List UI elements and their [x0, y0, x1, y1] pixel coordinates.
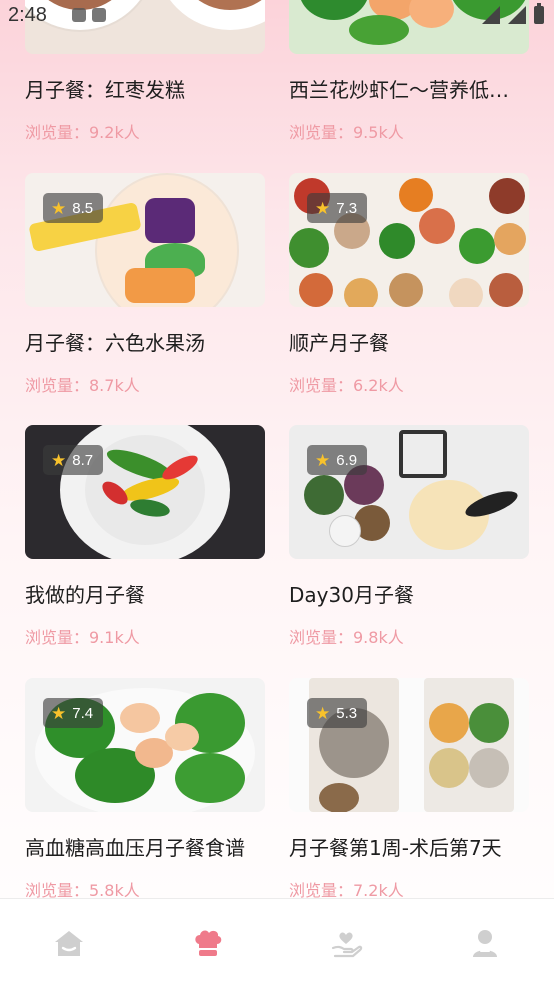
- heart-hand-icon: [329, 926, 363, 960]
- recipe-title[interactable]: 西兰花炒虾仁～营养低…: [289, 74, 529, 103]
- recipe-views: 浏览量：9.8k人: [289, 624, 529, 648]
- recipe-card[interactable]: ★ 6.9 Day30月子餐 浏览量：9.8k人: [289, 425, 529, 648]
- recipe-views: 浏览量：9.1k人: [25, 624, 265, 648]
- nav-recipes[interactable]: [139, 899, 278, 986]
- star-icon: ★: [315, 705, 330, 722]
- rating-badge: ★ 7.4: [43, 698, 103, 728]
- star-icon: ★: [51, 452, 66, 469]
- chef-hat-icon: [191, 926, 225, 960]
- recipe-card[interactable]: ★ 8.5 月子餐：六色水果汤 浏览量：8.7k人: [25, 173, 265, 396]
- recipe-views: 浏览量：8.7k人: [25, 372, 265, 396]
- nav-home[interactable]: [0, 899, 139, 986]
- recipe-title[interactable]: 高血糖高血压月子餐食谱: [25, 832, 265, 861]
- nav-care[interactable]: [277, 899, 416, 986]
- recipe-card[interactable]: 月子餐：红枣发糕 浏览量：9.2k人: [25, 0, 265, 143]
- person-icon: [468, 926, 502, 960]
- recipe-card[interactable]: ★ 8.7 我做的月子餐 浏览量：9.1k人: [25, 425, 265, 648]
- rating-value: 7.4: [72, 705, 93, 722]
- recipe-views: 浏览量：5.8k人: [25, 877, 265, 898]
- house-icon: [52, 926, 86, 960]
- recipe-grid[interactable]: 月子餐：红枣发糕 浏览量：9.2k人 西兰花炒虾仁～营养低… 浏览量：9.5k人: [0, 0, 554, 898]
- recipe-card[interactable]: 西兰花炒虾仁～营养低… 浏览量：9.5k人: [289, 0, 529, 143]
- recipe-card[interactable]: ★ 5.3 月子餐第1周-术后第7天 浏览量：7.2k人: [289, 678, 529, 898]
- star-icon: ★: [315, 452, 330, 469]
- recipe-title[interactable]: 我做的月子餐: [25, 579, 265, 608]
- recipe-thumbnail[interactable]: ★ 6.9: [289, 425, 529, 559]
- recipe-views: 浏览量：7.2k人: [289, 877, 529, 898]
- rating-value: 8.5: [72, 200, 93, 217]
- recipe-title[interactable]: 顺产月子餐: [289, 327, 529, 356]
- recipe-title[interactable]: Day30月子餐: [289, 579, 529, 608]
- rating-value: 5.3: [336, 705, 357, 722]
- nav-profile[interactable]: [416, 899, 554, 986]
- recipe-title[interactable]: 月子餐：红枣发糕: [25, 74, 265, 103]
- recipe-views: 浏览量：9.5k人: [289, 119, 529, 143]
- rating-value: 6.9: [336, 452, 357, 469]
- recipe-thumbnail[interactable]: ★ 7.4: [25, 678, 265, 812]
- rating-value: 8.7: [72, 452, 93, 469]
- recipe-thumbnail[interactable]: ★ 7.3: [289, 173, 529, 307]
- recipe-thumbnail[interactable]: ★ 8.5: [25, 173, 265, 307]
- recipe-thumbnail[interactable]: ★ 8.7: [25, 425, 265, 559]
- star-icon: ★: [51, 705, 66, 722]
- recipe-views: 浏览量：9.2k人: [25, 119, 265, 143]
- recipe-thumbnail[interactable]: [25, 0, 265, 54]
- rating-badge: ★ 5.3: [307, 698, 367, 728]
- recipe-thumbnail[interactable]: [289, 0, 529, 54]
- rating-badge: ★ 8.7: [43, 445, 103, 475]
- recipe-title[interactable]: 月子餐：六色水果汤: [25, 327, 265, 356]
- recipe-card[interactable]: ★ 7.3 顺产月子餐 浏览量：6.2k人: [289, 173, 529, 396]
- rating-value: 7.3: [336, 200, 357, 217]
- recipe-title[interactable]: 月子餐第1周-术后第7天: [289, 832, 529, 861]
- star-icon: ★: [51, 200, 66, 217]
- recipe-thumbnail[interactable]: ★ 5.3: [289, 678, 529, 812]
- rating-badge: ★ 6.9: [307, 445, 367, 475]
- star-icon: ★: [315, 200, 330, 217]
- rating-badge: ★ 8.5: [43, 193, 103, 223]
- bottom-navigation: [0, 898, 554, 986]
- rating-badge: ★ 7.3: [307, 193, 367, 223]
- recipe-card[interactable]: ★ 7.4 高血糖高血压月子餐食谱 浏览量：5.8k人: [25, 678, 265, 898]
- recipe-views: 浏览量：6.2k人: [289, 372, 529, 396]
